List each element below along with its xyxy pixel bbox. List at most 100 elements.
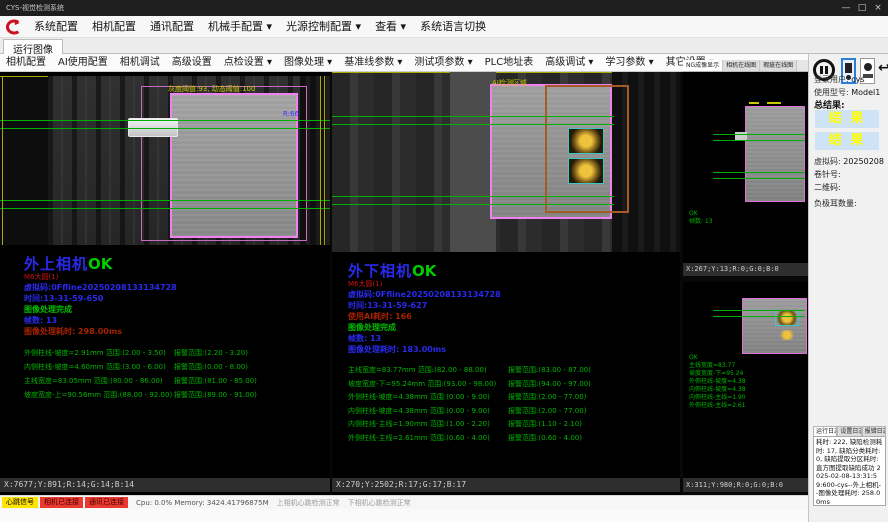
- measurement-row: 内侧柱线-主线=1.90mm 范围:(1.00 - 2.20) 报警范围:(1.…: [348, 418, 591, 432]
- camera-view-upper[interactable]: 灰度阈值:93, 动态阈值:100 R:66 外上相机OK M6大圆(1) 虚拟…: [0, 72, 330, 495]
- close-button[interactable]: ×: [870, 0, 886, 16]
- baseline: [0, 208, 330, 209]
- mini-image: [745, 106, 805, 202]
- tabstrip: 运行图像: [0, 38, 888, 54]
- info-line: 虚拟码:0Ffline20250208133134728: [348, 289, 591, 300]
- qr-label: 二维码:: [814, 182, 841, 193]
- point-overlay: R:66: [283, 110, 299, 118]
- sidebar: ↩ 登录用户: cys 使用型号: Model1 总结果: 结 果 结 果 虚拟…: [808, 54, 888, 522]
- camera-image-lower: [332, 72, 680, 252]
- toolbar-item[interactable]: 高级设置: [166, 54, 218, 72]
- mini-view-bottom[interactable]: OK主线宽度=83.77坡度宽度-下=95.24外侧柱线-坡度=4.38内侧柱线…: [683, 282, 808, 478]
- menu-item[interactable]: 系统配置: [27, 16, 85, 38]
- baseline: [332, 116, 614, 117]
- toolbar-item[interactable]: 点检设置 ▾: [218, 54, 278, 72]
- status-badge: 通讯已连接: [85, 497, 128, 508]
- measurement-row: 坡度宽度-上=90.56mm 范围:(88.00 - 92.00) 报警范围:(…: [24, 388, 257, 402]
- baseline: [332, 124, 614, 125]
- defect-glow: [779, 330, 795, 340]
- mini-view-tab[interactable]: 相机在线图: [723, 60, 760, 71]
- titlebar: CYS-视觉检测系统 — □ ×: [0, 0, 888, 16]
- measurement-row: 内侧柱线-坡度=4.38mm 范围:(0.00 - 9.00) 报警范围:(2.…: [348, 405, 591, 419]
- mini-image: [742, 298, 807, 354]
- camera-title: 外上相机: [24, 255, 88, 273]
- result-block-upper: 外上相机OK M6大圆(1) 虚拟码:0Ffline20250208133134…: [24, 253, 257, 402]
- log-output[interactable]: 耗时: 222, 缺陷检测耗时: 17, 缺陷分类耗时: 0, 缺陷提取分区耗时…: [813, 436, 886, 506]
- result-block-lower: 外下相机OK M6大圆(1) 虚拟码:0Ffline20250208133134…: [348, 260, 591, 445]
- toolbar-item[interactable]: AI使用配置: [52, 54, 114, 72]
- user-label: 登录用户:: [814, 74, 849, 85]
- user-field[interactable]: cys: [851, 75, 864, 84]
- camera-title: 外下相机: [348, 262, 412, 280]
- menu-item[interactable]: 光源控制配置 ▾: [279, 16, 368, 38]
- measurement-row: 主线宽度=83.05mm 范围:(80.00 - 86.00) 报警范围:(81…: [24, 374, 257, 388]
- result-badge-1: 结 果: [815, 110, 879, 128]
- toolbar-item[interactable]: 高级调试 ▾: [539, 54, 599, 72]
- defect-box: [775, 310, 799, 326]
- cursor-readout-lower: X:270;Y:2502;R:17;G:17;B:17: [332, 478, 680, 492]
- threshold-overlay: 灰度阈值:93, 动态阈值:100: [168, 84, 255, 94]
- cursor-readout-upper: X:7677;Y:891;R:14;G:14;B:14: [0, 478, 330, 492]
- baseline: [0, 128, 330, 129]
- info-line: 图像处理耗时: 298.00ms: [24, 326, 257, 337]
- mini-info-line: 主线宽度=83.77: [689, 362, 746, 370]
- mini-view-top[interactable]: OK帧数: 13: [683, 72, 808, 263]
- model-label: 使用型号:: [814, 87, 849, 98]
- result-badge-2: 结 果: [815, 132, 879, 150]
- measurement-row: 内侧柱线-坡度=4.60mm 范围:(3.00 - 6.00) 报警范围:(0.…: [24, 360, 257, 374]
- code-value: 20250208: [843, 157, 884, 166]
- mini-view-tabs: NG成像显示相机在线图瑕疵在线图: [683, 60, 808, 72]
- menu-item[interactable]: 查看 ▾: [368, 16, 413, 38]
- product-region: [170, 93, 298, 238]
- mini-info-line: 帧数: 13: [689, 218, 713, 226]
- info-line: 帧数: 13: [348, 333, 591, 344]
- upper-camera-status: 上相机心跳检测正常: [277, 498, 340, 508]
- mini-info-line: 坡度宽度-下=95.24: [689, 370, 746, 378]
- model-row: 使用型号: Model1: [814, 87, 880, 98]
- defect-box: [568, 128, 604, 154]
- menubar: 系统配置相机配置通讯配置机械手配置 ▾光源控制配置 ▾查看 ▾系统语言切换: [0, 16, 888, 38]
- cpu-memory-readout: Cpu: 0.0% Memory: 3424.41796875M: [136, 499, 269, 507]
- minimize-button[interactable]: —: [838, 0, 854, 16]
- toolbar-item[interactable]: 测试项参数 ▾: [408, 54, 478, 72]
- toolbar-item[interactable]: 相机调试: [114, 54, 166, 72]
- status-badge: 相机已连接: [40, 497, 83, 508]
- info-line: 虚拟码:0Ffline20250208133134728: [24, 282, 257, 293]
- mini-info-line: OK: [689, 210, 713, 218]
- mini-view-tab[interactable]: NG成像显示: [683, 60, 723, 71]
- model-field[interactable]: Model1: [851, 88, 880, 97]
- info-line: 使用AI耗时: 166: [348, 311, 591, 322]
- baseline: [332, 204, 614, 205]
- mini-cursor-readout-bottom: X:311;Y:980;R:0;G:0;B:0: [683, 478, 808, 492]
- menu-item[interactable]: 机械手配置 ▾: [201, 16, 279, 38]
- measurement-row: 主线宽度=83.77mm 范围:(82.00 - 88.00) 报警范围:(83…: [348, 364, 591, 378]
- toolbar-item[interactable]: 基准线参数 ▾: [338, 54, 408, 72]
- status-badge: 心跳信号: [2, 497, 38, 508]
- tab-count-label: 负极耳数量:: [814, 198, 857, 209]
- toolbar-item[interactable]: 图像处理 ▾: [278, 54, 338, 72]
- measurement-row: 外侧柱线-主线=2.61mm 范围:(0.60 - 4.00) 报警范围:(0.…: [348, 432, 591, 446]
- user-row: 登录用户: cys: [814, 74, 865, 85]
- measurement-row: 外侧柱线-坡度=2.91mm 范围:(2.00 - 3.50) 报警范围:(2.…: [24, 346, 257, 360]
- camera-view-lower[interactable]: AI检测区域 外下相机OK M6大圆(1) 虚拟码:0Ffline2025020…: [332, 72, 680, 495]
- info-line: 图像处理完成: [348, 322, 591, 333]
- mini-info-line: 内侧柱线-坡度=4.38: [689, 386, 746, 394]
- info-line: 图像处理完成: [24, 304, 257, 315]
- mini-view-tab[interactable]: 瑕疵在线图: [760, 60, 797, 71]
- logout-icon[interactable]: ↩: [878, 60, 888, 76]
- toolbar-item[interactable]: 学习参数 ▾: [599, 54, 659, 72]
- baseline: [0, 120, 330, 121]
- camera-image-upper: [0, 76, 330, 245]
- menu-item[interactable]: 通讯配置: [143, 16, 201, 38]
- toolbar-item[interactable]: 相机配置: [0, 54, 52, 72]
- measurement-row: 外侧柱线-坡度=4.38mm 范围:(0.00 - 9.00) 报警范围:(2.…: [348, 391, 591, 405]
- window-title: CYS-视觉检测系统: [6, 4, 64, 12]
- mini-info-line: 外侧柱线-主线=2.61: [689, 402, 746, 410]
- menu-item[interactable]: 相机配置: [85, 16, 143, 38]
- app-logo-icon: [5, 19, 21, 35]
- menu-item[interactable]: 系统语言切换: [413, 16, 493, 38]
- toolbar-item[interactable]: PLC地址表: [479, 54, 540, 72]
- lower-camera-status: 下相机心跳检测正常: [348, 498, 411, 508]
- app-window: CYS-视觉检测系统 — □ × 系统配置相机配置通讯配置机械手配置 ▾光源控制…: [0, 0, 888, 522]
- maximize-button[interactable]: □: [854, 0, 870, 16]
